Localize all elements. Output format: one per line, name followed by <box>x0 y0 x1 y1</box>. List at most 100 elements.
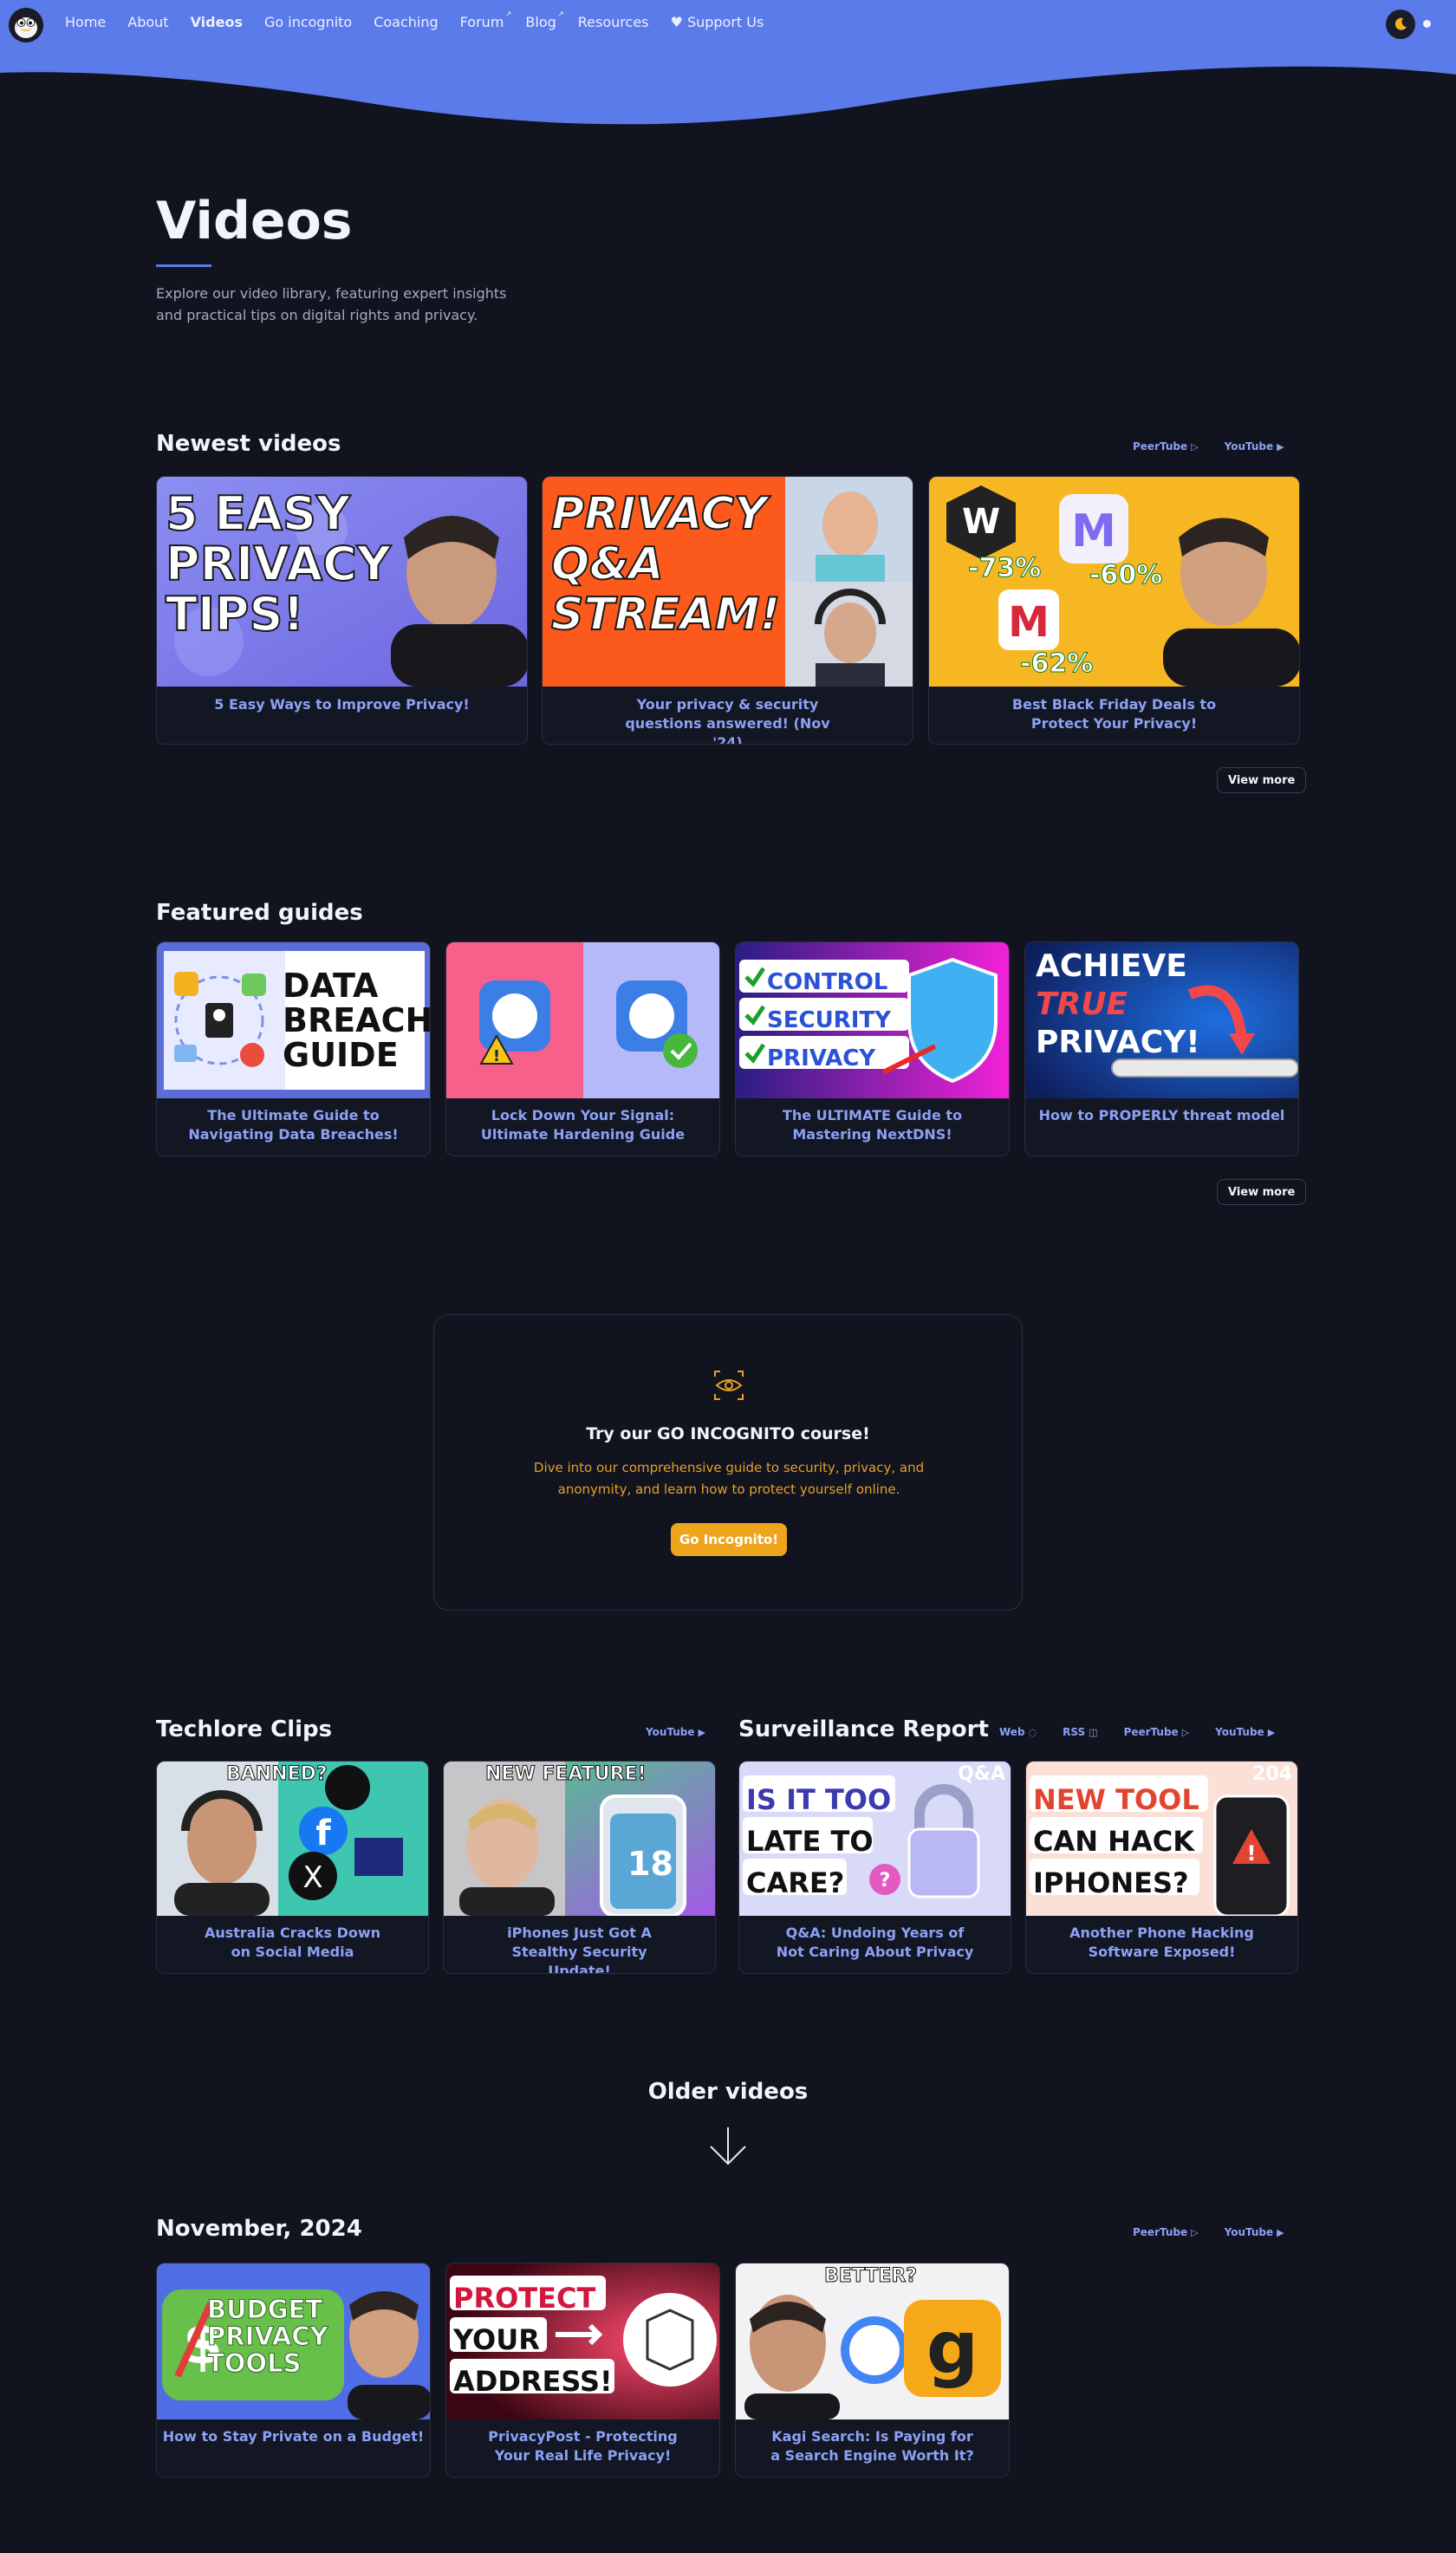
clip-title[interactable]: iPhones Just Got A Stealthy Security Upd… <box>444 1924 715 1973</box>
guide-title[interactable]: How to PROPERLY threat model <box>1025 1106 1298 1125</box>
thumb-text: IS IT TOO LATE TO CARE? <box>746 1783 892 1899</box>
svg-text:W: W <box>962 502 1000 542</box>
thumb-text: BUDGET PRIVACY TOOLS <box>207 2295 329 2378</box>
video-card[interactable]: PRIVACY Q&A STREAM! Your privacy & secur… <box>542 476 913 745</box>
video-thumbnail: 5 EASY PRIVACY TIPS! <box>157 477 527 687</box>
nav-videos[interactable]: Videos <box>191 14 243 30</box>
video-title[interactable]: 5 Easy Ways to Improve Privacy! <box>157 695 527 714</box>
promo-text: Dive into our comprehensive guide to sec… <box>533 1460 925 1497</box>
guide-title[interactable]: The ULTIMATE Guide to Mastering NextDNS! <box>736 1106 1009 1144</box>
nav-links: Home About Videos Go incognito Coaching … <box>65 10 785 30</box>
svg-text:!: ! <box>1247 1841 1257 1866</box>
nav-coaching[interactable]: Coaching <box>374 14 438 30</box>
nav-go-incognito[interactable]: Go incognito <box>264 14 352 30</box>
thumb-text: PROTECT YOUR ADDRESS! <box>453 2282 613 2398</box>
video-card[interactable]: 5 EASY PRIVACY TIPS! 5 Easy Ways to Impr… <box>156 476 528 745</box>
guide-thumbnail: DATA BREACH GUIDE <box>157 942 430 1098</box>
thumb-text: -73% <box>967 553 1042 584</box>
report-card[interactable]: ? Q&A IS IT TOO LATE TO CARE? Q&A: Undoi… <box>738 1761 1011 1974</box>
clip-title[interactable]: Australia Cracks Down on Social Media <box>157 1924 428 1962</box>
view-more-button[interactable]: View more <box>1217 767 1307 793</box>
report-title[interactable]: Q&A: Undoing Years of Not Caring About P… <box>739 1924 1011 1962</box>
nav-home[interactable]: Home <box>65 14 106 30</box>
video-card[interactable]: $ BUDGET PRIVACY TOOLS How to Stay Priva… <box>156 2263 431 2478</box>
video-title[interactable]: Your privacy & security questions answer… <box>543 695 913 744</box>
site-logo[interactable] <box>9 8 43 42</box>
video-title[interactable]: PrivacyPost - Protecting Your Real Life … <box>446 2427 719 2465</box>
nav-forum-label: Forum <box>459 14 504 30</box>
video-card[interactable]: g BETTER? Kagi Search: Is Paying for a S… <box>735 2263 1010 2478</box>
nav-forum[interactable]: Forum ↗ <box>459 10 512 30</box>
web-link[interactable]: Web ◌ <box>999 1726 1037 1738</box>
youtube-link[interactable]: YouTube ▶ <box>1225 440 1284 453</box>
thumb-text: BANNED? <box>226 1763 328 1786</box>
guide-card[interactable]: DATA BREACH GUIDE The Ultimate Guide to … <box>156 941 431 1156</box>
guide-thumbnail: ACHIEVE TRUE PRIVACY! <box>1025 942 1298 1098</box>
older-videos-heading: Older videos <box>647 2079 809 2105</box>
nav-resources[interactable]: Resources <box>578 14 649 30</box>
peertube-icon: ▷ <box>1191 441 1199 453</box>
promo-title: Try our GO INCOGNITO course! <box>586 1424 870 1443</box>
video-title[interactable]: Kagi Search: Is Paying for a Search Engi… <box>736 2427 1009 2465</box>
surveillance-links: Web ◌ RSS ◫ PeerTube ▷ YouTube ▶ <box>999 1726 1275 1738</box>
guide-card[interactable]: ACHIEVE TRUE PRIVACY! How to PROPERLY th… <box>1024 941 1299 1156</box>
report-title[interactable]: Another Phone Hacking Software Exposed! <box>1026 1924 1297 1962</box>
featured-guides-heading: Featured guides <box>156 900 363 926</box>
youtube-icon: ▶ <box>1277 441 1284 453</box>
video-thumbnail: PROTECT YOUR ADDRESS! <box>446 2263 719 2419</box>
thumb-text: CONTROL SECURITY PRIVACY <box>767 969 891 1071</box>
svg-text:f: f <box>315 1814 331 1853</box>
clip-thumbnail: f X BANNED? <box>157 1762 428 1916</box>
guide-card[interactable]: ! Lock Down Your Signal: Ultimate Harden… <box>445 941 720 1156</box>
thumb-text: Q&A <box>958 1763 1005 1785</box>
go-incognito-button[interactable]: Go Incognito! <box>671 1523 787 1556</box>
peertube-link[interactable]: PeerTube ▷ <box>1124 1726 1190 1738</box>
video-card[interactable]: PROTECT YOUR ADDRESS! PrivacyPost - Prot… <box>445 2263 720 2478</box>
guide-card[interactable]: CONTROL SECURITY PRIVACY The ULTIMATE Gu… <box>735 941 1010 1156</box>
video-title[interactable]: How to Stay Private on a Budget! <box>157 2427 430 2446</box>
nav-blog[interactable]: Blog ↗ <box>525 10 563 30</box>
clips-links: YouTube ▶ <box>646 1726 705 1738</box>
view-more-button[interactable]: View more <box>1217 1179 1307 1205</box>
heart-icon: ♥ <box>670 14 687 30</box>
page-intro: Explore our video library, featuring exp… <box>156 285 507 323</box>
guide-title[interactable]: The Ultimate Guide to Navigating Data Br… <box>157 1106 430 1144</box>
clip-card[interactable]: f X BANNED? Australia Cracks Down on Soc… <box>156 1761 429 1974</box>
sun-icon[interactable] <box>1423 20 1431 28</box>
thumb-text: DATA BREACH GUIDE <box>283 967 430 1074</box>
video-title[interactable]: Best Black Friday Deals to Protect Your … <box>929 695 1299 733</box>
thumb-text: 18 <box>627 1845 673 1883</box>
techlore-clips-heading: Techlore Clips <box>156 1716 333 1742</box>
svg-text:M: M <box>1008 598 1050 647</box>
nav-support-us[interactable]: ♥ Support Us <box>671 14 764 30</box>
surveillance-report-heading: Surveillance Report <box>738 1716 989 1742</box>
page-title: Videos <box>156 191 353 251</box>
svg-text:M: M <box>1071 505 1116 557</box>
report-thumbnail: ! 204 NEW TOOL CAN HACK IPHONES? <box>1026 1762 1297 1916</box>
thumb-text: 5 EASY PRIVACY TIPS! <box>165 486 392 642</box>
theme-toggle-button[interactable] <box>1386 10 1415 39</box>
report-card[interactable]: ! 204 NEW TOOL CAN HACK IPHONES? Another… <box>1025 1761 1298 1974</box>
incognito-eye-icon <box>713 1370 744 1404</box>
rss-link[interactable]: RSS ◫ <box>1063 1726 1097 1738</box>
nav-about[interactable]: About <box>127 14 168 30</box>
youtube-link[interactable]: YouTube ▶ <box>646 1726 705 1738</box>
video-card[interactable]: W M M -73% -60% -62% Best Black Friday D… <box>928 476 1300 745</box>
peertube-icon: ▷ <box>1191 2227 1199 2238</box>
youtube-icon: ▶ <box>698 1727 705 1738</box>
clip-thumbnail: NEW FEATURE! 18 <box>444 1762 715 1916</box>
video-thumbnail: W M M -73% -60% -62% <box>929 477 1299 687</box>
guide-title[interactable]: Lock Down Your Signal: Ultimate Hardenin… <box>446 1106 719 1144</box>
clip-card[interactable]: NEW FEATURE! 18 iPhones Just Got A Steal… <box>443 1761 716 1974</box>
external-link-icon: ↗ <box>504 10 512 19</box>
thumb-text: -60% <box>1089 560 1163 591</box>
moon-icon <box>1394 17 1407 30</box>
peertube-link[interactable]: PeerTube ▷ <box>1133 2226 1199 2238</box>
youtube-link[interactable]: YouTube ▶ <box>1215 1726 1275 1738</box>
external-link-icon: ↗ <box>557 10 564 19</box>
youtube-link[interactable]: YouTube ▶ <box>1225 2226 1284 2238</box>
rss-icon: ◫ <box>1089 1727 1098 1738</box>
youtube-icon: ▶ <box>1267 1727 1276 1738</box>
peertube-link[interactable]: PeerTube ▷ <box>1133 440 1199 453</box>
thumb-text: NEW TOOL CAN HACK IPHONES? <box>1033 1783 1199 1899</box>
